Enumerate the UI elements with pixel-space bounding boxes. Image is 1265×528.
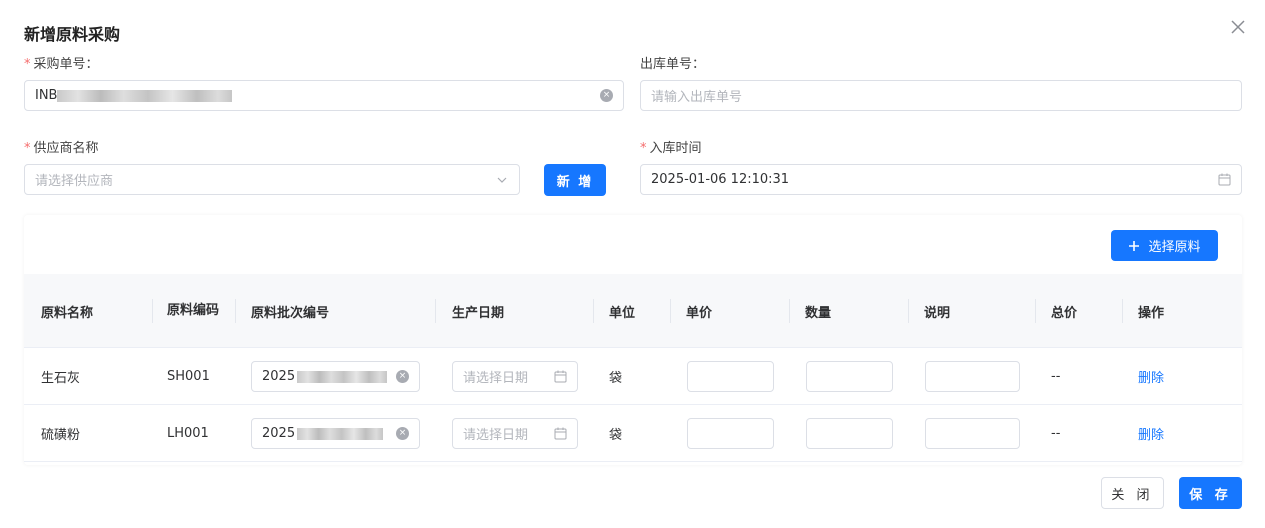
col-divider [1122,299,1123,323]
supplier-select[interactable]: 请选择供应商 [24,164,520,195]
materials-table: 原料名称 原料编码 原料批次编号 生产日期 单位 单价 数量 说明 总价 操作 … [24,274,1242,462]
col-divider [593,299,594,323]
date-placeholder: 请选择日期 [463,371,529,386]
material-name: 生石灰 [41,371,81,386]
calendar-icon [553,370,567,384]
description-input[interactable] [925,418,1020,449]
col-divider [152,299,153,323]
supplier-placeholder: 请选择供应商 [35,174,114,189]
col-unit: 单位 [609,305,636,321]
col-divider [1035,299,1036,323]
outbound-no-label: 出库单号： [640,57,706,72]
delete-link[interactable]: 删除 [1138,348,1164,405]
unit: 袋 [609,428,623,443]
col-unit-price: 单价 [686,305,713,321]
col-divider [435,299,436,323]
col-name: 原料名称 [41,305,94,321]
outbound-no-placeholder: 请输入出库单号 [651,90,743,105]
inbound-time-value: 2025-01-06 12:10:31 [651,172,790,187]
clear-icon[interactable]: × [600,89,613,102]
redacted-block [297,370,388,383]
purchase-no-label-text: 采购单号： [33,57,99,72]
add-supplier-button[interactable]: 新 增 [544,164,606,196]
production-date-picker[interactable]: 请选择日期 [452,418,578,449]
description-input[interactable] [925,361,1020,392]
add-material-purchase-dialog: 新增原料采购 * 采购单号： INB × 出库单号： 请输入出库单号 * 供应商名称… [0,0,1265,528]
material-name: 硫磺粉 [41,428,81,443]
col-batch: 原料批次编号 [251,305,330,321]
table-row: 生石灰 SH001 2025 × 请选择日期 袋 -- 删除 [24,348,1242,405]
material-code: LH001 [167,426,209,441]
quantity-input[interactable] [806,361,893,392]
calendar-icon [553,427,567,441]
close-button[interactable]: 关 闭 [1101,477,1164,509]
col-total: 总价 [1051,305,1078,321]
col-divider [235,299,236,323]
total-price: -- [1051,426,1061,441]
chevron-down-icon [495,173,509,187]
batch-value: 2025 [262,426,296,441]
inbound-time-label: * 入库时间 [640,137,702,156]
col-quantity: 数量 [805,305,832,321]
batch-input[interactable]: 2025 × [251,418,420,449]
clear-icon[interactable]: × [396,370,409,383]
col-divider [670,299,671,323]
supplier-label-text: 供应商名称 [33,141,99,156]
supplier-label: * 供应商名称 [24,137,99,156]
outbound-no-input[interactable]: 请输入出库单号 [640,80,1242,111]
redacted-block [297,427,384,440]
unit: 袋 [609,371,623,386]
dialog-title: 新增原料采购 [24,25,121,44]
plus-icon [1128,240,1140,252]
col-action: 操作 [1138,305,1165,321]
batch-value: 2025 [262,369,296,384]
purchase-no-input[interactable]: INB × [24,80,624,111]
col-divider [789,299,790,323]
save-button[interactable]: 保 存 [1179,477,1242,509]
clear-icon[interactable]: × [396,427,409,440]
production-date-picker[interactable]: 请选择日期 [452,361,578,392]
purchase-no-value: INB [35,88,58,103]
select-material-button[interactable]: 选择原料 [1111,230,1218,261]
delete-link[interactable]: 删除 [1138,405,1164,462]
col-divider [908,299,909,323]
required-mark: * [24,57,31,72]
table-header: 原料名称 原料编码 原料批次编号 生产日期 单位 单价 数量 说明 总价 操作 [24,274,1242,348]
date-placeholder: 请选择日期 [463,428,529,443]
quantity-input[interactable] [806,418,893,449]
required-mark: * [640,141,647,156]
unit-price-input[interactable] [687,418,774,449]
select-material-label: 选择原料 [1148,240,1201,255]
unit-price-input[interactable] [687,361,774,392]
table-row: 硫磺粉 LH001 2025 × 请选择日期 袋 -- 删除 [24,405,1242,462]
inbound-time-label-text: 入库时间 [649,141,702,156]
col-description: 说明 [924,305,951,321]
close-icon[interactable] [1229,18,1247,36]
col-code: 原料编码 [167,303,220,318]
col-production-date: 生产日期 [452,305,505,321]
inbound-time-picker[interactable]: 2025-01-06 12:10:31 [640,164,1242,195]
required-mark: * [24,141,31,156]
total-price: -- [1051,369,1061,384]
calendar-icon [1217,173,1231,187]
material-code: SH001 [167,369,210,384]
batch-input[interactable]: 2025 × [251,361,420,392]
purchase-no-label: * 采购单号： [24,53,99,72]
redacted-block [57,89,233,102]
